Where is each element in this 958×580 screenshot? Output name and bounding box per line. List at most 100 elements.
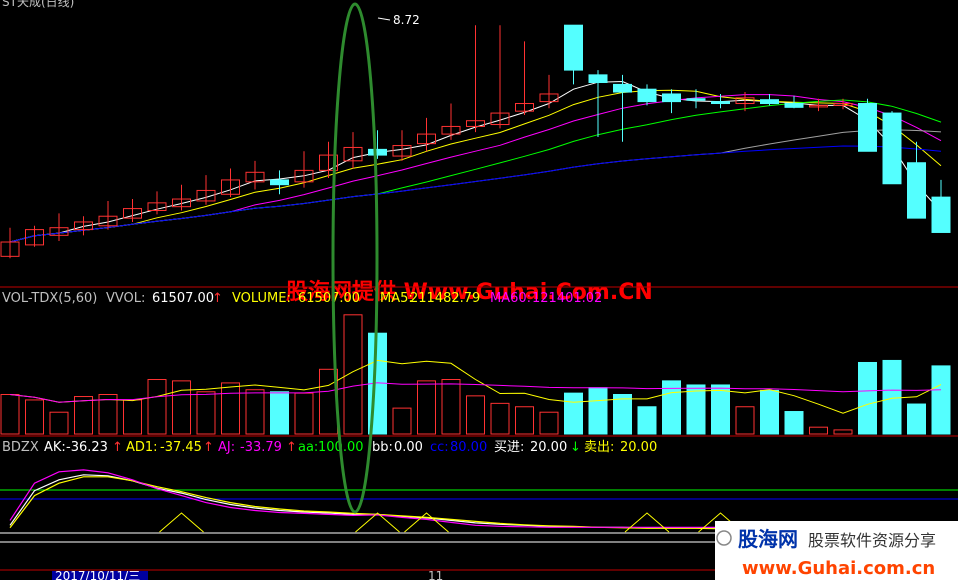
vvol-label: VVOL: [106, 291, 145, 306]
volume-bar [907, 403, 926, 435]
volume-bar [221, 382, 240, 435]
vvol-value: 61507.00 [152, 291, 214, 306]
volume-bar [98, 393, 118, 435]
logo-brand: 股海网 [738, 527, 798, 551]
volume-bar [882, 359, 902, 435]
volume-bar [637, 406, 657, 435]
candle-body [760, 99, 779, 105]
volume-bar [172, 380, 191, 435]
volume-panel-header: VOL-TDX(5,60) VVOL: 61507.00 ↑ VOLUME: 6… [2, 291, 602, 306]
candle-body [662, 93, 681, 103]
volume-bar [858, 361, 877, 435]
bdzx-panel-header: BDZX AK: -36.23 ↑ AD1: -37.45 ↑ AJ: -33.… [2, 440, 657, 455]
stock-title: ST天成(日线) [2, 0, 74, 9]
candle-body [637, 88, 657, 103]
volume-bar [441, 379, 461, 435]
candle-body [270, 179, 289, 186]
cursor-date: 2017/10/11/三 [55, 569, 140, 580]
sell-label: 卖出: [584, 440, 614, 455]
volume-value: 61507.00 [298, 291, 360, 306]
bdzx-line-ak [9, 474, 941, 529]
volume-panel-title: VOL-TDX(5,60) [2, 291, 97, 306]
volume-bar [539, 411, 559, 435]
up-arrow-icon: ↑ [203, 440, 214, 455]
cc-value: 80.00 [450, 440, 487, 455]
volume-ma60-line [9, 382, 942, 403]
ad1-value: -37.45 [160, 440, 202, 455]
bdzx-signal-triangle [159, 512, 204, 533]
volume-ma5-line [9, 359, 942, 414]
candle-body [564, 24, 583, 71]
brand-logo: 股海网 股票软件资源分享 www.Guhai.com.cn [715, 521, 958, 580]
volume-bar [25, 399, 44, 435]
ma-extra-long-line [9, 129, 942, 243]
volume-bar [123, 399, 142, 435]
volume-bar [466, 395, 485, 435]
ma-sixty-line [9, 145, 942, 243]
volume-bar [74, 396, 93, 435]
volume-bar [417, 380, 436, 435]
bb-label: bb: [372, 440, 393, 455]
candle-body [686, 98, 706, 101]
volume-bar [588, 387, 608, 435]
up-arrow-icon: ↑ [286, 440, 297, 455]
candle-body [907, 162, 926, 219]
volume-bar [515, 406, 534, 435]
peak-price-label: 8.72 [393, 13, 420, 27]
volume-bar [294, 392, 314, 435]
bdzx-title: BDZX [2, 440, 39, 455]
candle-body [613, 83, 632, 93]
volume-bar [784, 411, 804, 435]
cc-label: cc: [430, 440, 449, 455]
volume-bar [564, 392, 583, 435]
candle-body [931, 196, 951, 233]
volume-bar [931, 365, 951, 435]
price-panel: ST天成(日线) 8.72 [0, 0, 951, 259]
candle-body [588, 74, 608, 84]
candle-body [858, 103, 877, 152]
volume-bar [0, 393, 20, 435]
volume-label: VOLUME: [232, 291, 291, 306]
ak-label: AK: [44, 440, 66, 455]
volume-bar [196, 391, 216, 435]
up-arrow-icon: ↑ [212, 291, 223, 306]
candle-body [711, 101, 730, 105]
candle-body [784, 103, 804, 108]
candle-body [368, 148, 387, 156]
buy-label: 买进: [494, 440, 524, 455]
volume-bar [270, 391, 289, 435]
logo-slogan: 股票软件资源分享 [808, 531, 936, 550]
volume-bars [0, 314, 951, 435]
bdzx-signal-triangle [404, 512, 449, 533]
volume-bar [392, 407, 412, 435]
ak-value: -36.23 [66, 440, 108, 455]
candle-body [882, 112, 902, 185]
aa-label: aa: [298, 440, 318, 455]
volume-bar [490, 402, 510, 435]
volume-average-lines [9, 359, 942, 414]
ma5-label: MA5: [380, 291, 413, 306]
ma60-label: MA60: [490, 291, 531, 306]
volume-bar [343, 314, 363, 435]
logo-url: www.Guhai.com.cn [742, 558, 935, 579]
volume-bar [809, 426, 828, 435]
volume-bar [245, 389, 265, 435]
aj-label: AJ: [218, 440, 235, 455]
ad1-label: AD1: [126, 440, 158, 455]
down-arrow-icon: ↓ [570, 440, 581, 455]
ma5-value: 211482.79 [410, 291, 480, 306]
volume-bar [711, 384, 730, 435]
sell-value: 20.00 [620, 440, 657, 455]
month-tick-label: 11 [428, 569, 443, 580]
volume-bar [735, 406, 755, 435]
aj-value: -33.79 [240, 440, 282, 455]
volume-bar [686, 384, 706, 435]
bdzx-signal-triangle [624, 512, 670, 533]
bb-value: 0.00 [394, 440, 423, 455]
volume-bar [833, 429, 853, 435]
volume-bar [613, 393, 632, 435]
up-arrow-icon: ↑ [112, 440, 123, 455]
buy-value: 20.00 [530, 440, 567, 455]
peak-price-pointer [377, 17, 391, 21]
volume-bar [49, 411, 69, 435]
